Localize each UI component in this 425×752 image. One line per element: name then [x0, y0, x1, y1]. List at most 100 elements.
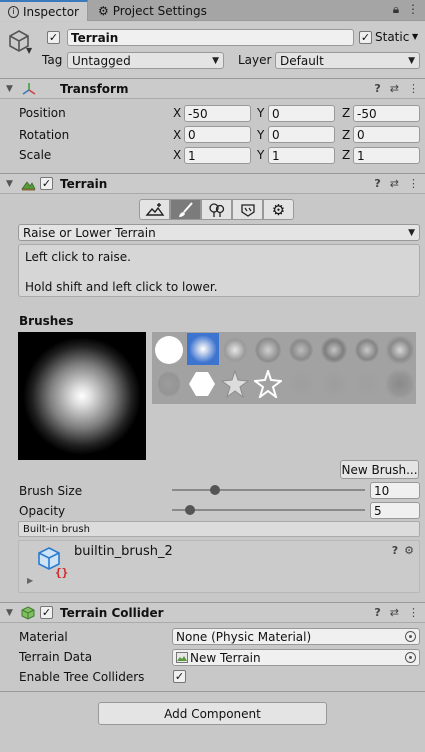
tab-inspector[interactable]: i Inspector [0, 0, 88, 21]
terrain-title: Terrain [60, 176, 108, 191]
brush-noise-4[interactable] [352, 335, 382, 365]
static-dropdown-icon[interactable]: ▼ [412, 32, 418, 41]
brush-hexagon[interactable] [187, 369, 217, 399]
material-field[interactable]: None (Physic Material) [172, 628, 420, 645]
brush-noise-1[interactable] [253, 335, 283, 365]
transform-header[interactable]: ▼ Transform ? ⇄ ⋮ [0, 78, 425, 99]
terrain-data-label: Terrain Data [19, 650, 93, 664]
transform-title: Transform [60, 81, 129, 96]
brush-soft-circle-selected[interactable] [187, 333, 219, 365]
object-picker-icon[interactable] [405, 631, 416, 642]
rotation-x-field[interactable]: 0 [184, 126, 251, 143]
static-checkbox[interactable]: ✓ [359, 31, 372, 44]
add-component-button[interactable]: Add Component [98, 702, 327, 725]
brush-faint-2[interactable] [286, 369, 316, 399]
new-brush-button[interactable]: New Brush... [340, 460, 419, 479]
rotation-z-field[interactable]: 0 [353, 126, 420, 143]
help-icon[interactable]: ? [392, 544, 398, 557]
terrain-mode-value: Raise or Lower Terrain [23, 225, 156, 240]
material-label: Material [19, 630, 68, 644]
component-header-icons: ? ⇄ ⋮ [374, 82, 419, 95]
paint-details-tool-button[interactable] [232, 199, 263, 220]
tab-project-settings[interactable]: ⚙ Project Settings [90, 0, 220, 21]
svg-text:{}: {} [55, 566, 68, 578]
collider-enabled-checkbox[interactable]: ✓ [40, 606, 53, 619]
brush-noise-2[interactable] [286, 335, 316, 365]
tag-dropdown[interactable]: Untagged ▼ [67, 52, 224, 69]
gear-icon[interactable]: ⚙ [404, 544, 414, 557]
brush-faint-3[interactable] [319, 369, 349, 399]
brush-star-outline[interactable] [253, 369, 283, 399]
help-icon[interactable]: ? [374, 606, 380, 619]
fold-arrow-icon[interactable]: ▼ [6, 608, 13, 618]
terrain-data-content: New Terrain [176, 651, 261, 665]
scale-z-field[interactable]: 1 [353, 147, 420, 164]
terrain-mode-dropdown[interactable]: Raise or Lower Terrain ▼ [18, 224, 420, 241]
terrain-enabled-checkbox[interactable]: ✓ [40, 177, 53, 190]
chevron-down-icon[interactable]: ▼ [26, 46, 32, 55]
slider-track [172, 509, 365, 511]
preset-icon[interactable]: ⇄ [390, 82, 399, 95]
terrain-data-icon [176, 652, 188, 663]
fold-arrow-icon[interactable]: ▼ [6, 179, 13, 189]
terrain-header[interactable]: ▼ ✓ Terrain ? ⇄ ⋮ [0, 173, 425, 194]
brush-preview [18, 332, 146, 460]
rotation-y-field[interactable]: 0 [268, 126, 335, 143]
kebab-menu-icon[interactable]: ⋮ [408, 606, 419, 619]
brush-size-field[interactable]: 10 [370, 482, 420, 499]
terrain-collider-header[interactable]: ▼ ✓ Terrain Collider ? ⇄ ⋮ [0, 602, 425, 623]
scale-x-field[interactable]: 1 [184, 147, 251, 164]
asset-header-icons: ? ⚙ [392, 544, 414, 557]
brush-faint-1[interactable] [154, 369, 184, 399]
help-icon[interactable]: ? [374, 177, 380, 190]
brush-hard-circle[interactable] [154, 335, 184, 365]
expand-arrow-icon[interactable]: ▶ [27, 576, 33, 585]
name-field[interactable]: Terrain [67, 29, 354, 46]
tab-menu-icons[interactable]: 🔒︎ ⋮ [393, 2, 421, 17]
preset-icon[interactable]: ⇄ [390, 177, 399, 190]
brush-splatter[interactable] [385, 335, 415, 365]
brush-faint-4[interactable] [352, 369, 382, 399]
brushes-label: Brushes [19, 314, 74, 328]
opacity-label: Opacity [19, 504, 66, 518]
terrain-settings-tool-button[interactable]: ⚙ [263, 199, 294, 220]
create-neighbor-tool-button[interactable] [139, 199, 170, 220]
position-x-field[interactable]: -50 [184, 105, 251, 122]
object-header: ▼ ✓ Terrain ✓ Static ▼ Tag Untagged ▼ Lay… [0, 22, 425, 78]
paint-terrain-tool-button[interactable] [170, 199, 201, 220]
transform-body: Position X -50 Y 0 Z -50 Rotation X 0 Y … [0, 100, 425, 172]
terrain-icon [21, 181, 36, 191]
caret-icon: ▼ [408, 55, 415, 66]
soft-star-icon [221, 370, 249, 398]
brush-soft-star[interactable] [220, 369, 250, 399]
active-checkbox[interactable]: ✓ [47, 31, 60, 44]
brush-cloud[interactable] [385, 369, 415, 399]
paint-trees-tool-button[interactable] [201, 199, 232, 220]
position-y-field[interactable]: 0 [268, 105, 335, 122]
help-icon[interactable]: ? [374, 82, 380, 95]
terrain-plus-icon [145, 202, 164, 216]
brush-noise-3[interactable] [319, 335, 349, 365]
static-label: Static [375, 30, 410, 44]
brush-asset-icon: {} [38, 547, 68, 578]
scale-y-field[interactable]: 1 [268, 147, 335, 164]
enable-tree-colliders-checkbox[interactable]: ✓ [173, 670, 186, 683]
terrain-collider-title: Terrain Collider [60, 605, 164, 620]
brush-grid [152, 332, 416, 404]
fold-arrow-icon[interactable]: ▼ [6, 84, 13, 94]
material-value: None (Physic Material) [176, 629, 312, 644]
brush-size-slider[interactable] [172, 484, 365, 496]
terrain-data-field[interactable]: New Terrain [172, 649, 420, 666]
slider-thumb[interactable] [210, 485, 220, 495]
kebab-menu-icon[interactable]: ⋮ [408, 177, 419, 190]
preset-icon[interactable]: ⇄ [390, 606, 399, 619]
kebab-menu-icon[interactable]: ⋮ [408, 82, 419, 95]
slider-thumb[interactable] [185, 505, 195, 515]
object-picker-icon[interactable] [405, 652, 416, 663]
slider-track [172, 489, 365, 491]
position-z-field[interactable]: -50 [353, 105, 420, 122]
brush-soft-small[interactable] [220, 335, 250, 365]
layer-dropdown[interactable]: Default ▼ [275, 52, 420, 69]
opacity-field[interactable]: 5 [370, 502, 420, 519]
opacity-slider[interactable] [172, 504, 365, 516]
